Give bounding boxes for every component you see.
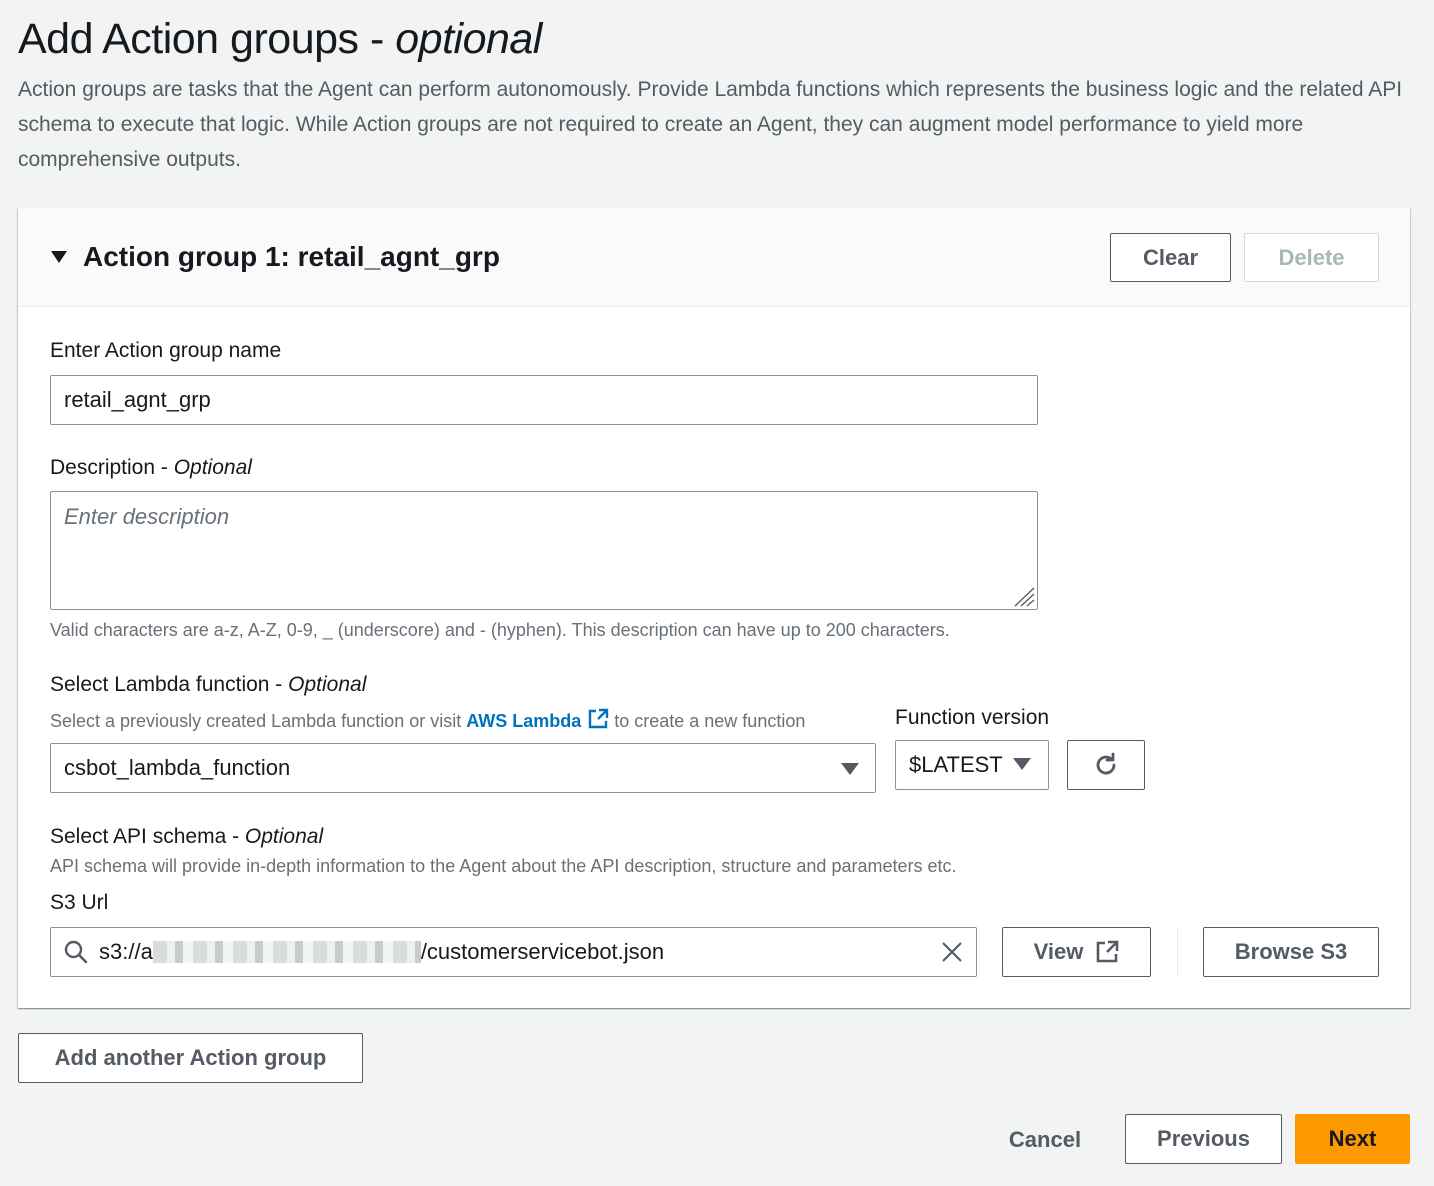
caret-down-icon [1013,758,1031,770]
divider [1177,928,1178,976]
s3-url-label: S3 Url [50,891,109,914]
refresh-button[interactable] [1067,740,1145,790]
page-description: Action groups are tasks that the Agent c… [18,78,1403,171]
page: Add Action groups - optional Action grou… [0,0,1434,1186]
lambda-hint-after: to create a new function [609,711,806,731]
lambda-hint: Select a previously created Lambda funct… [50,708,805,733]
aws-lambda-link[interactable]: AWS Lambda [466,708,609,731]
lambda-label: Select Lambda function - Optional [50,671,366,699]
description-textarea[interactable]: Enter description [50,491,1038,610]
aws-lambda-link-text[interactable]: AWS Lambda [466,711,581,731]
caret-down-icon[interactable] [51,251,67,263]
s3-url-prefix: s3://a [99,939,153,964]
function-version-select[interactable]: $LATEST [895,740,1049,790]
lambda-label-optional: Optional [288,673,367,696]
external-link-icon[interactable] [587,708,609,730]
description-label: Description - Optional [50,454,252,482]
caret-down-icon [841,763,859,775]
search-icon [64,940,88,964]
api-schema-label: Select API schema - Optional [50,823,323,851]
browse-s3-button[interactable]: Browse S3 [1203,927,1379,977]
description-label-text: Description - [50,456,174,479]
action-group-name-label: Enter Action group name [50,339,282,362]
action-group-title[interactable]: Action group 1: retail_agnt_grp [83,239,500,275]
view-button[interactable]: View [1002,927,1151,977]
lambda-function-selected: csbot_lambda_function [64,755,291,780]
resize-grip-icon[interactable] [1009,585,1035,607]
page-title-text: Add Action groups - [18,15,396,63]
s3-url-input[interactable]: s3://a /customerservicebot.json [50,927,977,977]
action-group-name-input[interactable]: retail_agnt_grp [50,375,1038,425]
function-version-label: Function version [895,706,1050,729]
description-placeholder: Enter description [64,504,230,529]
lambda-label-text: Select Lambda function - [50,673,289,696]
view-button-label: View [1033,939,1084,964]
action-group-container: Action group 1: retail_agnt_grp Clear De… [18,208,1410,1008]
description-constraint-text: Valid characters are a-z, A-Z, 0-9, _ (u… [50,620,950,640]
clear-input-icon[interactable] [940,940,964,964]
external-link-icon [1097,940,1119,963]
previous-button[interactable]: Previous [1125,1114,1282,1164]
page-title-optional: optional [395,15,542,63]
clear-button[interactable]: Clear [1110,233,1231,282]
next-button[interactable]: Next [1295,1114,1410,1164]
action-group-header[interactable]: Action group 1: retail_agnt_grp Clear De… [18,208,1410,307]
api-schema-hint: API schema will provide in-depth informa… [50,856,957,876]
add-another-action-group-button[interactable]: Add another Action group [18,1033,363,1083]
refresh-icon [1096,752,1116,775]
function-version-selected: $LATEST [909,752,1003,777]
redacted-bucket [152,941,421,963]
api-schema-label-optional: Optional [244,825,324,848]
description-label-optional: Optional [173,456,252,479]
api-schema-label-text: Select API schema - [50,825,245,848]
delete-button: Delete [1244,233,1379,282]
lambda-function-select[interactable]: csbot_lambda_function [50,743,876,793]
page-title: Add Action groups - optional [18,14,542,64]
cancel-button[interactable]: Cancel [1000,1120,1090,1160]
lambda-hint-before: Select a previously created Lambda funct… [50,711,467,731]
s3-url-suffix: /customerservicebot.json [420,939,665,964]
